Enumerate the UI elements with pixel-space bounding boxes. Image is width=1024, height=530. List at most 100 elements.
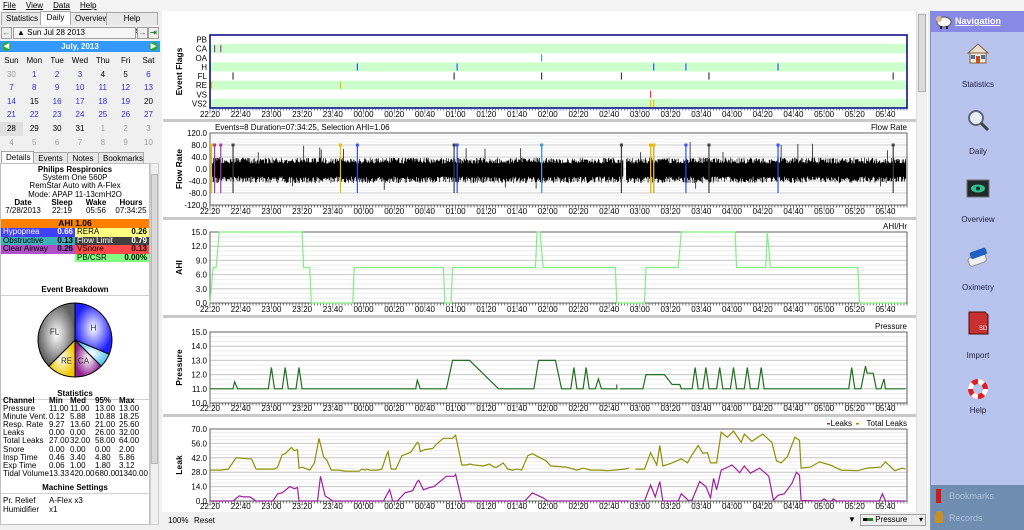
reset-button[interactable]: Reset bbox=[194, 516, 215, 525]
calendar-day[interactable]: 2 bbox=[114, 122, 137, 136]
statistics-table: Channel Min Med 95% Max Pressure 11.00 11.00 13.… bbox=[3, 396, 149, 478]
scroll-thumb[interactable] bbox=[918, 14, 926, 92]
calendar-day[interactable]: 12 bbox=[114, 81, 137, 95]
chart-flow-rate[interactable]: Flow Rate120.080.040.00.0-40.0-80.0-120.… bbox=[174, 123, 908, 216]
scroll-thumb[interactable] bbox=[151, 174, 158, 464]
calendar-day[interactable]: 28 bbox=[0, 121, 23, 136]
graph-select-dropdown[interactable]: Pressure ▾ bbox=[860, 514, 926, 526]
stats-cell: 420.00 bbox=[70, 468, 95, 478]
calendar-day[interactable]: 4 bbox=[0, 136, 23, 150]
calendar-day[interactable]: 11 bbox=[91, 81, 114, 95]
x-tick-label: 04:20 bbox=[753, 305, 774, 314]
pie-label: RE bbox=[61, 357, 72, 366]
next-day-button[interactable]: → bbox=[137, 27, 148, 39]
x-tick-label: 02:20 bbox=[568, 502, 589, 511]
calendar-day[interactable]: 15 bbox=[23, 95, 46, 109]
calendar-day[interactable]: 17 bbox=[69, 95, 92, 109]
calendar-day[interactable]: 31 bbox=[69, 122, 92, 136]
chart-ahi[interactable]: AHI15.012.09.06.03.00.022:20 22:40 23:00 23… bbox=[174, 222, 908, 314]
calendar-day[interactable]: 30 bbox=[0, 68, 23, 82]
calendar-toggle-icon: ▲ bbox=[17, 28, 28, 37]
calendar-day[interactable]: 3 bbox=[137, 122, 160, 136]
menu-view[interactable]: View bbox=[26, 0, 43, 11]
menu-help[interactable]: Help bbox=[80, 0, 96, 11]
calendar-day[interactable]: 22 bbox=[23, 108, 46, 122]
calendar-day[interactable]: 13 bbox=[137, 81, 160, 95]
calendar-day[interactable]: 24 bbox=[69, 108, 92, 122]
x-tick-label: 00:40 bbox=[415, 305, 436, 314]
x-tick-label: 02:20 bbox=[568, 404, 589, 413]
calendar-day[interactable]: 9 bbox=[46, 81, 69, 95]
chart-pressure[interactable]: Pressure15.014.013.012.011.010.022:20 22:… bbox=[174, 322, 908, 413]
calendar-day[interactable]: 30 bbox=[46, 122, 69, 136]
calendar-day[interactable]: 9 bbox=[114, 136, 137, 150]
day-name: Sun bbox=[4, 56, 19, 65]
bookmarks-link[interactable]: Bookmarks bbox=[949, 491, 994, 501]
calendar-day[interactable]: 26 bbox=[114, 108, 137, 122]
calendar-day[interactable]: 16 bbox=[46, 95, 69, 109]
calendar-day[interactable]: 6 bbox=[137, 68, 160, 82]
x-tick-label: 03:40 bbox=[691, 305, 712, 314]
x-tick-label: 00:20 bbox=[384, 207, 405, 216]
calendar-day[interactable]: 8 bbox=[23, 81, 46, 95]
calendar-day[interactable]: 4 bbox=[91, 68, 114, 82]
calendar-day[interactable]: 18 bbox=[91, 95, 114, 109]
calendar-day[interactable]: 1 bbox=[91, 122, 114, 136]
menu-file[interactable]: File bbox=[3, 0, 16, 11]
tab-help-browser[interactable]: Help Browser bbox=[106, 12, 158, 35]
calendar-day[interactable]: 5 bbox=[23, 136, 46, 150]
last-day-button[interactable]: ⇥ bbox=[148, 27, 159, 39]
date-combo[interactable]: ▲ Sun Jul 28 2013 bbox=[13, 27, 136, 39]
calendar-day[interactable]: 2 bbox=[46, 68, 69, 82]
calendar-day[interactable]: 25 bbox=[91, 108, 114, 122]
x-tick-label: 03:00 bbox=[630, 110, 651, 119]
event-marker-cap bbox=[619, 143, 623, 147]
calendar-day[interactable]: 19 bbox=[114, 95, 137, 109]
x-tick-label: 03:00 bbox=[630, 305, 651, 314]
next-month-icon[interactable]: ▶ bbox=[149, 42, 158, 51]
x-tick-label: 04:00 bbox=[722, 404, 743, 413]
graph-scrollbar[interactable] bbox=[916, 12, 927, 512]
calendar-day[interactable]: 7 bbox=[0, 81, 23, 95]
calendar-day[interactable]: 7 bbox=[69, 136, 92, 150]
panel-divider[interactable] bbox=[163, 119, 916, 122]
calendar-day[interactable]: 6 bbox=[46, 136, 69, 150]
calendar-day[interactable]: 1 bbox=[23, 68, 46, 82]
x-tick-label: 23:40 bbox=[323, 502, 344, 511]
prev-day-button[interactable]: ← bbox=[1, 27, 12, 39]
graph-view[interactable]: Event Flags PBCAOAHFLREVSVS2 22:20 22:40 23:… bbox=[163, 12, 916, 512]
calendar-day[interactable]: 5 bbox=[114, 68, 137, 82]
x-tick-label: 04:00 bbox=[722, 207, 743, 216]
plot-frame bbox=[209, 331, 908, 404]
calendar-day[interactable]: 14 bbox=[0, 95, 23, 109]
layout-dropdown-icon[interactable]: ▼ bbox=[848, 515, 856, 524]
details-scrollbar[interactable] bbox=[150, 163, 159, 525]
tab-statistics[interactable]: Statistics bbox=[1, 12, 41, 25]
legend-swatch bbox=[827, 423, 830, 425]
calendar-day[interactable]: 3 bbox=[69, 68, 92, 82]
records-link[interactable]: Records bbox=[949, 513, 983, 523]
calendar-day[interactable]: 8 bbox=[91, 136, 114, 150]
panel-divider[interactable] bbox=[163, 217, 916, 220]
prev-month-icon[interactable]: ◀ bbox=[2, 42, 11, 51]
calendar-day[interactable]: 27 bbox=[137, 108, 160, 122]
event-marker-cap bbox=[213, 143, 217, 147]
calendar-day[interactable]: 10 bbox=[137, 136, 160, 150]
tab-daily[interactable]: Daily bbox=[40, 11, 71, 25]
legend-label: AHI/Hr bbox=[883, 222, 907, 231]
chart-leak[interactable]: Leak70.056.042.028.014.00.022:20 22:40 23:… bbox=[174, 419, 908, 511]
nav-label: Help bbox=[969, 406, 987, 415]
y-tick-label: 70.0 bbox=[191, 425, 207, 434]
chart-event-flags[interactable]: Event Flags PBCAOAHFLREVSVS2 22:20 22:40 23:… bbox=[174, 34, 908, 119]
x-tick-label: 23:40 bbox=[323, 110, 344, 119]
calendar-day[interactable]: 21 bbox=[0, 108, 23, 122]
calendar-day[interactable]: 23 bbox=[46, 108, 69, 122]
event-breakdown-title: Event Breakdown bbox=[1, 285, 149, 296]
tab-overview[interactable]: Overview bbox=[70, 12, 108, 25]
calendar-day[interactable]: 20 bbox=[137, 95, 160, 109]
panel-divider[interactable] bbox=[163, 414, 916, 417]
panel-divider[interactable] bbox=[163, 315, 916, 318]
calendar-day[interactable]: 29 bbox=[23, 122, 46, 136]
calendar-day[interactable]: 10 bbox=[69, 81, 92, 95]
menu-data[interactable]: Data bbox=[53, 0, 70, 11]
